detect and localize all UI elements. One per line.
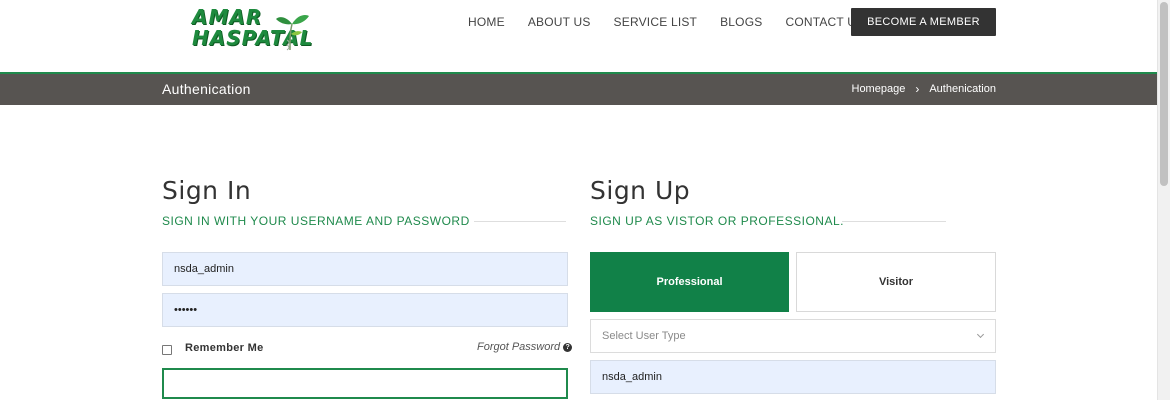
- tab-professional[interactable]: Professional: [590, 252, 789, 312]
- forgot-password-label: Forgot Password: [477, 341, 561, 353]
- breadcrumb-separator-icon: ›: [915, 82, 920, 96]
- page-title-bar: Authenication Homepage › Authenication: [0, 72, 1157, 105]
- become-member-button[interactable]: BECOME A MEMBER: [851, 8, 996, 36]
- signin-username-input[interactable]: nsda_admin: [162, 252, 568, 286]
- signin-password-input[interactable]: ••••••: [162, 293, 568, 327]
- signin-subheading: SIGN IN WITH YOUR USERNAME AND PASSWORD: [162, 214, 470, 228]
- signup-heading: Sign Up: [590, 176, 691, 205]
- breadcrumb: Homepage › Authenication: [852, 82, 997, 96]
- chevron-down-icon: [976, 330, 985, 339]
- site-logo[interactable]: AMAR HASPATAL: [192, 7, 312, 54]
- signin-extra-input[interactable]: [162, 368, 568, 399]
- signin-heading: Sign In: [162, 176, 252, 205]
- user-type-select-label: Select User Type: [602, 330, 686, 342]
- forgot-password-link[interactable]: Forgot Password ?: [477, 341, 573, 353]
- page-scrollbar[interactable]: [1157, 0, 1170, 400]
- scrollbar-thumb[interactable]: [1160, 2, 1168, 186]
- nav-item-home[interactable]: HOME: [468, 15, 505, 29]
- user-type-select[interactable]: Select User Type: [590, 319, 996, 353]
- site-header: AMAR HASPATAL HOME ABOUT US SERVICE LIST…: [0, 0, 1157, 72]
- nav-item-about-us[interactable]: ABOUT US: [528, 15, 591, 29]
- signin-divider: [474, 221, 566, 222]
- page-title: Authenication: [162, 81, 251, 97]
- nav-item-service-list[interactable]: SERVICE LIST: [614, 15, 698, 29]
- main-nav: HOME ABOUT US SERVICE LIST BLOGS CONTACT…: [468, 15, 887, 29]
- breadcrumb-current: Authenication: [929, 83, 996, 95]
- signup-username-input[interactable]: nsda_admin: [590, 360, 996, 394]
- signup-divider: [842, 221, 946, 222]
- leaf-icon: [276, 14, 309, 51]
- question-circle-icon: ?: [563, 342, 573, 352]
- tab-visitor[interactable]: Visitor: [796, 252, 996, 312]
- remember-me-label[interactable]: Remember Me: [185, 342, 264, 354]
- remember-me-checkbox[interactable]: [162, 345, 172, 355]
- authentication-page: AMAR HASPATAL HOME ABOUT US SERVICE LIST…: [0, 0, 1170, 400]
- breadcrumb-home-link[interactable]: Homepage: [852, 83, 906, 95]
- nav-item-blogs[interactable]: BLOGS: [720, 15, 762, 29]
- signup-subheading: SIGN UP AS VISTOR OR PROFESSIONAL.: [590, 214, 844, 228]
